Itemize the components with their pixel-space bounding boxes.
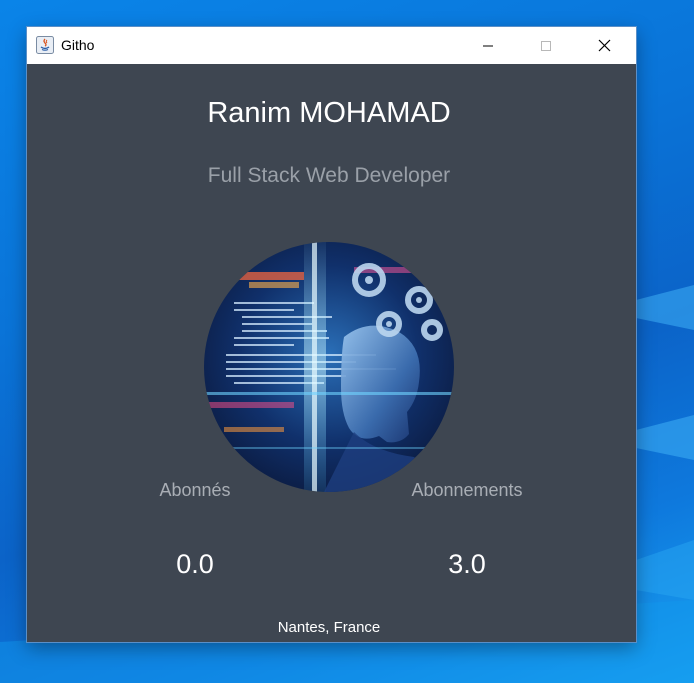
profile-name: Ranim MOHAMAD [207,97,451,129]
followers-label: Abonnés [159,480,231,500]
window-title: Githo [61,37,95,53]
avatar-image [204,242,454,492]
title-bar[interactable]: Githo [27,27,636,64]
minimize-button[interactable] [459,27,517,64]
following-count: 3.0 [448,549,486,579]
close-icon [598,39,610,52]
close-button[interactable] [575,27,633,64]
profile-location: Nantes, France [277,619,381,636]
followers-count: 0.0 [176,549,214,579]
java-app-icon [36,36,54,54]
app-window: Githo Ranim MOHAMAD Full Stack Web Devel… [27,27,636,642]
following-label: Abonnements [411,480,523,500]
avatar [204,242,454,492]
profile-panel: Ranim MOHAMAD Full Stack Web Developer A… [27,64,636,642]
minimize-icon [483,45,493,46]
maximize-icon [541,40,551,51]
maximize-button[interactable] [517,27,575,64]
profile-role: Full Stack Web Developer [207,164,451,187]
